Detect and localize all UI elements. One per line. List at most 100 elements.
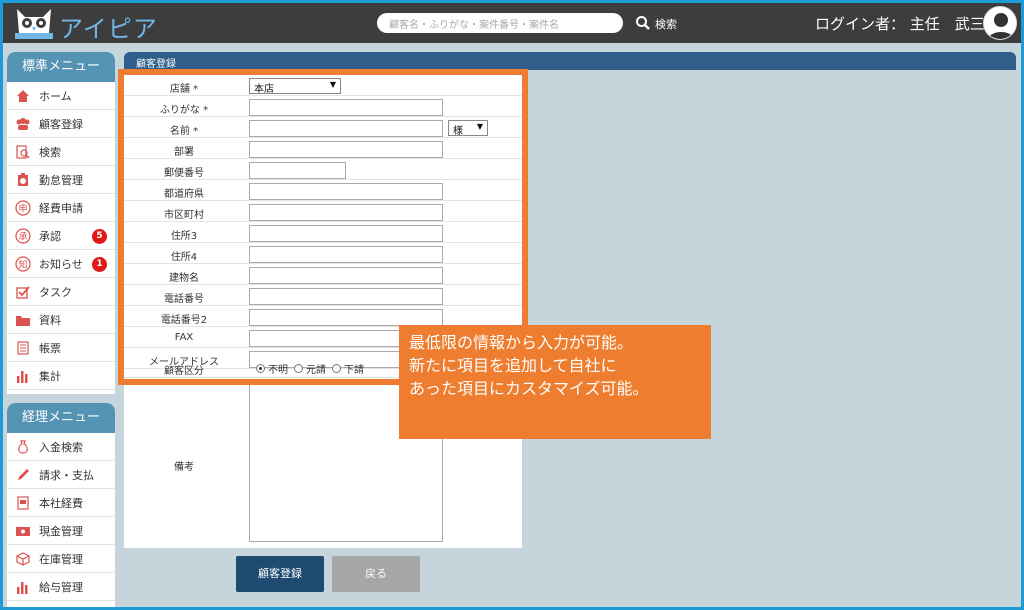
radio-unknown[interactable]: 不明	[256, 361, 288, 376]
sidebar-item-attendance[interactable]: 勤怠管理	[7, 166, 115, 194]
address4-input[interactable]	[249, 246, 443, 263]
radio-checked-icon	[256, 364, 265, 373]
furigana-input[interactable]	[249, 99, 443, 116]
sidebar-item-label: 資料	[39, 313, 61, 327]
field-label: 建物名	[169, 273, 199, 284]
accounting-menu: 経理メニュー 入金検索 請求・支払 本社経費 現金管理 在庫管理 給与管理	[7, 403, 115, 607]
sidebar-item-label: 顧客登録	[39, 117, 83, 131]
expense-stamp-icon: 申	[15, 199, 31, 216]
field-label: 顧客区分	[164, 366, 204, 377]
radio-label: 不明	[268, 365, 288, 376]
city-input[interactable]	[249, 204, 443, 221]
field-label: 店舗 *	[169, 84, 199, 95]
search-icon[interactable]	[635, 15, 651, 31]
sidebar-item-label: 入金検索	[39, 440, 83, 454]
radio-unchecked-icon	[332, 364, 341, 373]
cash-icon	[15, 523, 31, 539]
form-row-address4: 住所4	[124, 244, 522, 264]
accounting-menu-title: 経理メニュー	[7, 403, 115, 433]
honorific-select[interactable]: 様 ▼	[448, 120, 488, 137]
prefecture-input[interactable]	[249, 183, 443, 200]
svg-text:承: 承	[18, 231, 27, 242]
register-customer-button[interactable]: 顧客登録	[236, 556, 324, 592]
sidebar-item-task[interactable]: タスク	[7, 278, 115, 306]
search-button[interactable]: 検索	[655, 16, 677, 32]
notice-stamp-icon: 知	[15, 255, 31, 272]
department-input[interactable]	[249, 141, 443, 158]
sidebar-item-expense[interactable]: 申 経費申請	[7, 194, 115, 222]
customer-type-radio-group: 不明 元請 下請	[256, 361, 364, 376]
feature-callout: 最低限の情報から入力が可能。 新たに項目を追加して自社に あった項目にカスタマイ…	[399, 325, 711, 439]
pen-icon	[15, 467, 31, 483]
callout-line: 最低限の情報から入力が可能。	[409, 333, 634, 352]
radio-subcontractor[interactable]: 下請	[332, 361, 364, 376]
sidebar-item-approval[interactable]: 承 承認 5	[7, 222, 115, 250]
search-input[interactable]: 顧客名・ふりがな・案件番号・案件名	[377, 13, 623, 33]
form-row-name: 名前 * 様 ▼	[124, 118, 522, 138]
sidebar-item-inventory[interactable]: 在庫管理	[7, 545, 115, 573]
dropdown-arrow-icon: ▼	[476, 122, 483, 131]
sidebar-item-ledger[interactable]: 帳票	[7, 334, 115, 362]
login-user: ログイン者： 主任 武三	[815, 15, 985, 33]
bar-chart-icon	[15, 368, 31, 384]
field-label: 都道府県	[164, 189, 204, 200]
ledger-icon	[15, 340, 31, 356]
form-row-store: 店舗 * 本店 ▼	[124, 76, 522, 96]
phone2-input[interactable]	[249, 309, 443, 326]
form-row-prefecture: 都道府県	[124, 181, 522, 201]
customers-icon	[15, 116, 31, 132]
sidebar-item-label: 現金管理	[39, 524, 83, 538]
sidebar-item-payment-search[interactable]: 入金検索	[7, 433, 115, 461]
bar-chart-icon	[15, 579, 31, 595]
sidebar-item-home[interactable]: ホーム	[7, 82, 115, 110]
user-icon	[987, 13, 1015, 39]
note-label: 備考	[174, 462, 194, 473]
field-label: 名前 *	[169, 126, 199, 137]
folder-icon	[15, 312, 31, 328]
app-name[interactable]: アイピア	[59, 9, 158, 44]
sidebar-item-notice[interactable]: 知 お知らせ 1	[7, 250, 115, 278]
sidebar-item-label: 在庫管理	[39, 552, 83, 566]
building-input[interactable]	[249, 267, 443, 284]
standard-menu: 標準メニュー ホーム 顧客登録 検索 勤怠管理 申 経費申請 承 承認 5 知 …	[7, 52, 115, 394]
field-label: 電話番号2	[160, 315, 208, 326]
store-select-value: 本店	[254, 84, 274, 95]
checkbox-icon	[15, 284, 31, 300]
store-select[interactable]: 本店 ▼	[249, 78, 341, 95]
sidebar-item-documents[interactable]: 資料	[7, 306, 115, 334]
name-input[interactable]	[249, 120, 443, 137]
sidebar-item-label: 承認	[39, 229, 61, 243]
sidebar-item-head-office-expense[interactable]: 本社経費	[7, 489, 115, 517]
form-row-furigana: ふりがな *	[124, 97, 522, 117]
sidebar-item-label: 請求・支払	[39, 468, 94, 482]
back-button[interactable]: 戻る	[332, 556, 420, 592]
phone-input[interactable]	[249, 288, 443, 305]
sidebar-item-cash[interactable]: 現金管理	[7, 517, 115, 545]
form-row-phone: 電話番号	[124, 286, 522, 306]
radio-prime-contractor[interactable]: 元請	[294, 361, 326, 376]
postal-code-input[interactable]	[249, 162, 346, 179]
sidebar-item-search[interactable]: 検索	[7, 138, 115, 166]
address3-input[interactable]	[249, 225, 443, 242]
receipt-icon	[15, 495, 31, 511]
field-label: 電話番号	[164, 294, 204, 305]
timecard-icon	[15, 172, 31, 188]
page-title: 顧客登録	[124, 52, 1016, 70]
sidebar-item-customer-register[interactable]: 顧客登録	[7, 110, 115, 138]
field-label: 市区町村	[164, 210, 204, 221]
dropdown-arrow-icon: ▼	[329, 80, 336, 89]
form-row-postal: 郵便番号	[124, 160, 522, 180]
app-window: アイピア 顧客名・ふりがな・案件番号・案件名 検索 ログイン者： 主任 武三 標…	[3, 3, 1021, 607]
form-row-address3: 住所3	[124, 223, 522, 243]
form-row-phone2: 電話番号2	[124, 307, 522, 327]
money-bag-icon	[15, 439, 31, 455]
field-label: 郵便番号	[164, 168, 204, 179]
avatar[interactable]	[983, 6, 1017, 40]
sidebar-item-billing[interactable]: 請求・支払	[7, 461, 115, 489]
sidebar-item-label: 給与管理	[39, 580, 83, 594]
sidebar-item-payroll[interactable]: 給与管理	[7, 573, 115, 601]
sidebar-item-summary[interactable]: 集計	[7, 362, 115, 390]
form-row-building: 建物名	[124, 265, 522, 285]
sidebar-item-label: 集計	[39, 369, 61, 383]
svg-text:知: 知	[18, 258, 27, 270]
